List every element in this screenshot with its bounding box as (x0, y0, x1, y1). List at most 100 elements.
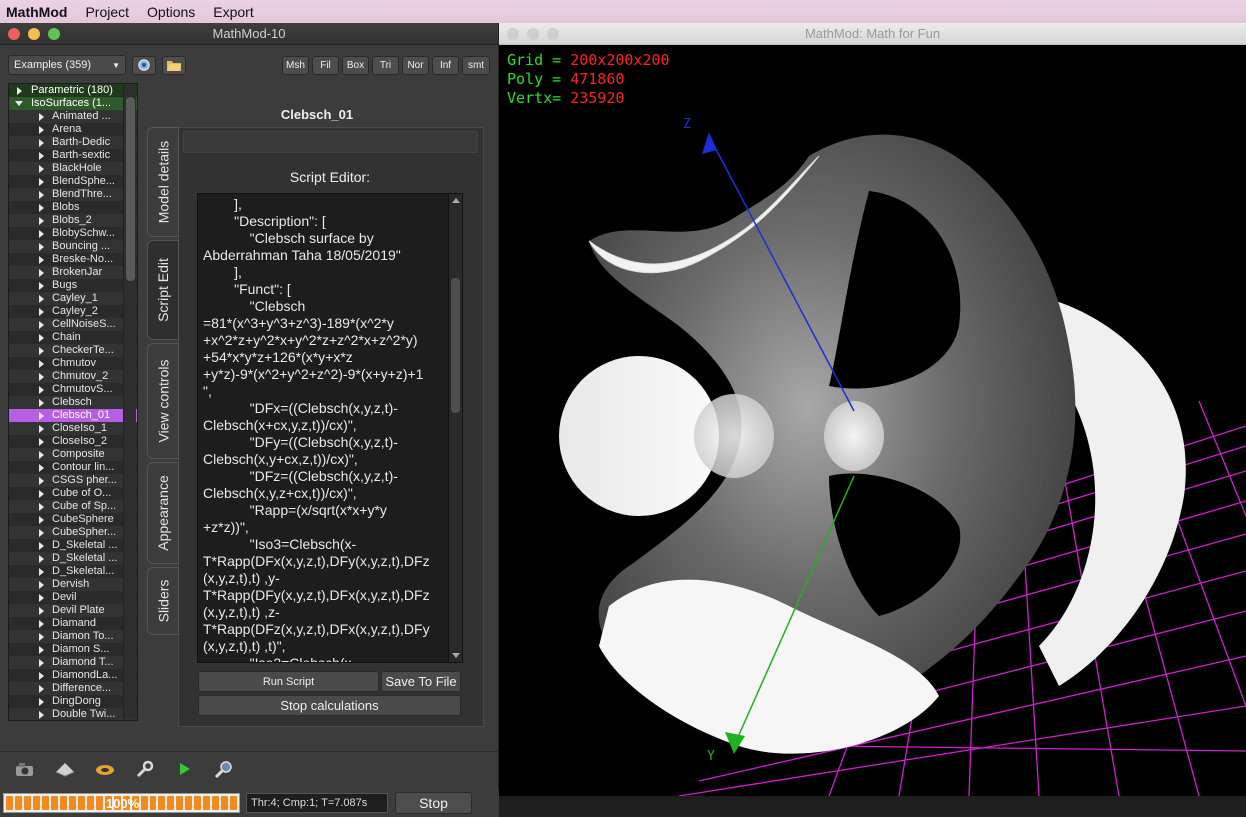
stop-button[interactable]: Stop (395, 792, 472, 814)
tree-item[interactable]: ChmutovS... (9, 383, 137, 396)
examples-tree[interactable]: Parametric (180) IsoSurfaces (1... Anima… (8, 83, 138, 721)
tree-item[interactable]: CellNoiseS... (9, 318, 137, 331)
play-icon[interactable] (174, 760, 196, 778)
tree-item[interactable]: Dervish (9, 578, 137, 591)
minimize-window-button[interactable] (28, 28, 40, 40)
tree-item[interactable]: D_Skeletal... (9, 565, 137, 578)
mesh-toggle-button[interactable]: Msh (282, 55, 309, 75)
tree-item[interactable]: CubeSphere (9, 513, 137, 526)
left-titlebar[interactable]: MathMod-10 (0, 23, 498, 45)
examples-dropdown[interactable]: Examples (359) ▼ (8, 55, 126, 75)
wrench-icon[interactable] (134, 760, 156, 778)
tree-item[interactable]: Chmutov_2 (9, 370, 137, 383)
minimize-window-button[interactable] (527, 28, 539, 40)
tree-item[interactable]: Arena (9, 123, 137, 136)
tree-item[interactable]: Barth-Dedic (9, 136, 137, 149)
tree-item[interactable]: Bugs (9, 279, 137, 292)
shape-icon[interactable] (94, 760, 116, 778)
expand-arrow-icon (39, 568, 44, 576)
stop-calculations-button[interactable]: Stop calculations (198, 695, 461, 716)
tree-item[interactable]: Devil Plate (9, 604, 137, 617)
tree-item[interactable]: Clebsch (9, 396, 137, 409)
tree-item[interactable]: Cayley_1 (9, 292, 137, 305)
tree-item[interactable]: CloseIso_2 (9, 435, 137, 448)
tree-item[interactable]: Cayley_2 (9, 305, 137, 318)
tree-item[interactable]: Chmutov (9, 357, 137, 370)
tree-item[interactable]: DiamondLa... (9, 669, 137, 682)
close-window-button[interactable] (507, 28, 519, 40)
normals-toggle-button[interactable]: Nor (402, 55, 429, 75)
tree-item[interactable]: Double Twi... (9, 708, 137, 720)
tree-item[interactable]: Animated ... (9, 110, 137, 123)
tree-scrollbar[interactable] (123, 85, 136, 719)
smooth-toggle-button[interactable]: smt (462, 55, 490, 75)
tree-item[interactable]: BlobySchw... (9, 227, 137, 240)
zoom-icon[interactable] (214, 760, 236, 778)
zoom-window-button[interactable] (547, 28, 559, 40)
scroll-up-icon[interactable] (452, 198, 460, 203)
tab-script-edit[interactable]: Script Edit (147, 240, 179, 340)
tree-item[interactable]: Diamon To... (9, 630, 137, 643)
tree-item[interactable]: Barth-sextic (9, 149, 137, 162)
script-editor-text[interactable]: ], "Description": [ "Clebsch surface by … (203, 196, 445, 662)
tree-item[interactable]: Contour lin... (9, 461, 137, 474)
tree-scroll-thumb[interactable] (126, 97, 135, 281)
tree-item[interactable]: Difference... (9, 682, 137, 695)
triangles-toggle-button[interactable]: Tri (372, 55, 399, 75)
search-button[interactable] (132, 55, 156, 75)
tab-appearance[interactable]: Appearance (147, 462, 179, 564)
expand-arrow-icon (39, 126, 44, 134)
tree-item[interactable]: D_Skeletal ... (9, 539, 137, 552)
tree-item[interactable]: BlendSphe... (9, 175, 137, 188)
editor-scrollbar[interactable] (448, 194, 462, 662)
scroll-down-icon[interactable] (452, 653, 460, 658)
menu-project[interactable]: Project (76, 4, 138, 20)
tree-item[interactable]: DingDong (9, 695, 137, 708)
menu-export[interactable]: Export (204, 4, 262, 20)
tree-item[interactable]: Diamand (9, 617, 137, 630)
tree-item[interactable]: BlendThre... (9, 188, 137, 201)
render-titlebar[interactable]: MathMod: Math for Fun (499, 23, 1246, 45)
tree-item[interactable]: CubeSpher... (9, 526, 137, 539)
tree-group-isosurfaces[interactable]: IsoSurfaces (1... (9, 97, 137, 110)
tree-item[interactable]: BlackHole (9, 162, 137, 175)
3d-viewport[interactable]: Z Y Grid = 200x200x200 Poly = 471860 Ver… (499, 46, 1246, 796)
menu-app[interactable]: MathMod (0, 4, 76, 20)
tree-item[interactable]: Diamond T... (9, 656, 137, 669)
camera-icon[interactable] (14, 760, 36, 778)
tree-item[interactable]: Clebsch_01 (9, 409, 137, 422)
tree-item[interactable]: D_Skeletal ... (9, 552, 137, 565)
tree-item[interactable]: Devil (9, 591, 137, 604)
tree-group-parametric[interactable]: Parametric (180) (9, 84, 137, 97)
editor-scroll-thumb[interactable] (451, 278, 460, 413)
tree-item[interactable]: CloseIso_1 (9, 422, 137, 435)
menu-options[interactable]: Options (138, 4, 204, 20)
save-to-file-button[interactable]: Save To File (381, 671, 461, 692)
tab-sliders[interactable]: Sliders (147, 567, 179, 635)
expand-arrow-icon (39, 529, 44, 537)
tree-item[interactable]: Blobs (9, 201, 137, 214)
box-toggle-button[interactable]: Box (342, 55, 369, 75)
tree-item[interactable]: CheckerTe... (9, 344, 137, 357)
zoom-window-button[interactable] (48, 28, 60, 40)
script-editor[interactable]: ], "Description": [ "Clebsch surface by … (197, 193, 463, 663)
tree-item[interactable]: Blobs_2 (9, 214, 137, 227)
fill-toggle-button[interactable]: Fil (312, 55, 339, 75)
tree-item[interactable]: Diamon S... (9, 643, 137, 656)
tree-item[interactable]: Bouncing ... (9, 240, 137, 253)
tree-item[interactable]: Breske-No... (9, 253, 137, 266)
close-window-button[interactable] (8, 28, 20, 40)
tree-item[interactable]: Chain (9, 331, 137, 344)
tree-item[interactable]: Composite (9, 448, 137, 461)
tab-view-controls[interactable]: View controls (147, 343, 179, 459)
info-toggle-button[interactable]: Inf (432, 55, 459, 75)
tree-item[interactable]: BrokenJar (9, 266, 137, 279)
tab-model-details[interactable]: Model details (147, 127, 179, 237)
tree-item[interactable]: CSGS pher... (9, 474, 137, 487)
run-script-button[interactable]: Run Script (198, 671, 379, 692)
tree-item[interactable]: Cube of Sp... (9, 500, 137, 513)
sheet-icon[interactable] (54, 760, 76, 778)
chevron-down-icon: ▼ (112, 60, 120, 70)
open-folder-button[interactable] (162, 55, 186, 75)
tree-item[interactable]: Cube of O... (9, 487, 137, 500)
